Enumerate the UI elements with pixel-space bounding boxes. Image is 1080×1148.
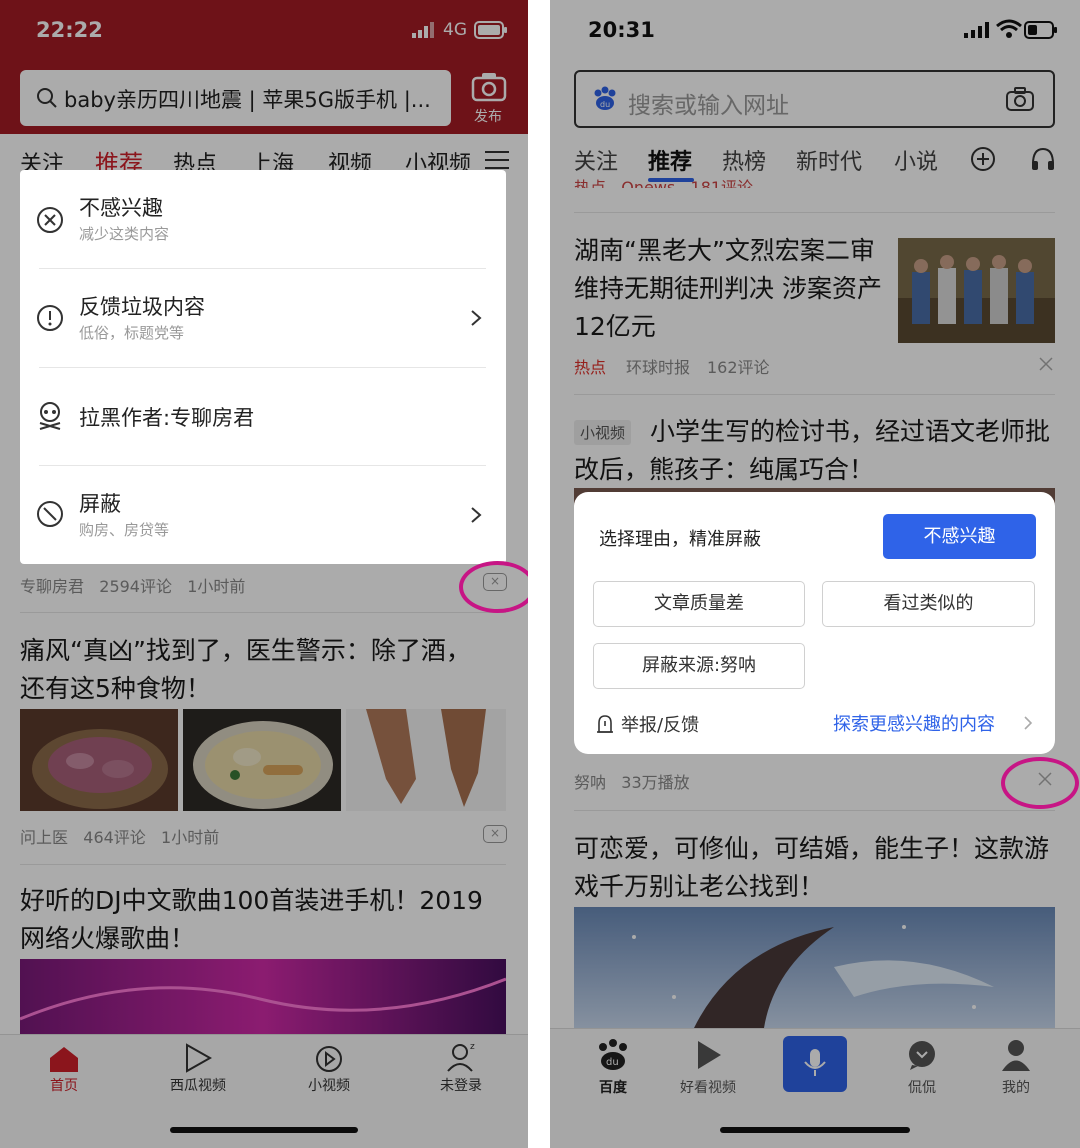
close-circle-icon (36, 206, 64, 238)
reason-low-quality[interactable]: 文章质量差 (593, 581, 805, 627)
menu-item-subtitle: 低俗，标题党等 (79, 324, 185, 342)
reason-seen-similar[interactable]: 看过类似的 (822, 581, 1035, 627)
not-interested-button[interactable]: 不感兴趣 (883, 514, 1036, 559)
menu-item-title: 屏蔽 (79, 492, 121, 516)
feedback-popup: 选择理由，精准屏蔽 不感兴趣 文章质量差 看过类似的 屏蔽来源:努呐 举报/反馈… (574, 492, 1055, 754)
menu-item-title: 拉黑作者:专聊房君 (79, 406, 255, 430)
report-feedback-link[interactable]: 举报/反馈 (621, 711, 699, 737)
highlight-circle (1001, 757, 1079, 809)
feedback-menu: 不感兴趣 减少这类内容 反馈垃圾内容 低俗，标题党等 拉黑作者:专聊房君 屏蔽 … (20, 170, 506, 564)
highlight-circle (459, 561, 528, 613)
menu-item-subtitle: 减少这类内容 (79, 225, 170, 243)
menu-item-report-spam[interactable]: 反馈垃圾内容 低俗，标题党等 (20, 269, 506, 367)
menu-item-subtitle: 购房、房贷等 (79, 521, 170, 539)
warning-icon (36, 304, 64, 336)
menu-item-not-interested[interactable]: 不感兴趣 减少这类内容 (20, 170, 506, 268)
menu-item-title: 不感兴趣 (79, 196, 163, 220)
menu-item-block[interactable]: 屏蔽 购房、房贷等 (20, 466, 506, 564)
popup-heading: 选择理由，精准屏蔽 (599, 529, 761, 550)
screen-divider (528, 0, 550, 1148)
chevron-right-icon (470, 506, 482, 528)
report-icon[interactable] (596, 714, 614, 738)
reason-block-source[interactable]: 屏蔽来源:努呐 (593, 643, 805, 689)
left-phone-screen: 22:22 4G baby亲历四川地震 | 苹果5G版手机 |... 发布 关注… (0, 0, 528, 1148)
menu-item-block-author[interactable]: 拉黑作者:专聊房君 (20, 368, 506, 465)
chevron-right-icon (470, 309, 482, 331)
block-icon (36, 500, 64, 532)
skull-icon (36, 401, 64, 435)
explore-link[interactable]: 探索更感兴趣的内容 (833, 710, 995, 736)
chevron-right-icon (1023, 715, 1033, 735)
menu-item-title: 反馈垃圾内容 (79, 295, 205, 319)
right-phone-screen: 20:31 du 搜索或输入网址 关注 推荐 热榜 新时代 小说 热点 Qnew… (550, 0, 1080, 1148)
